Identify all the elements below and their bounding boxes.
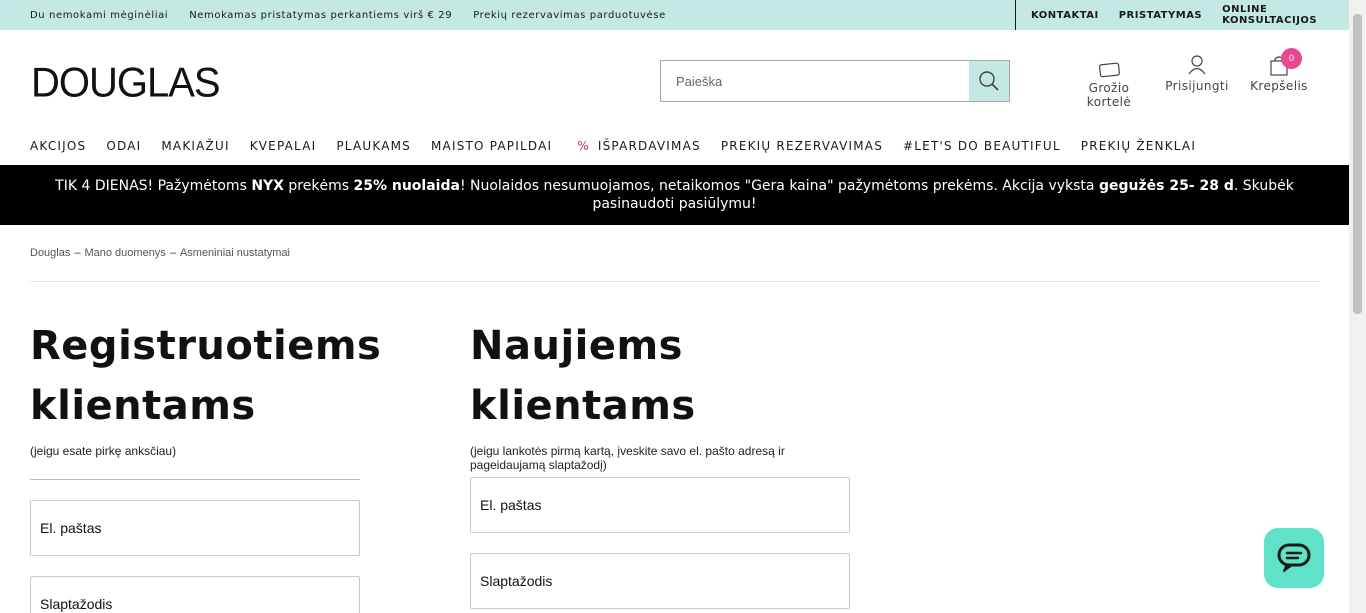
register-email-input[interactable] [471, 478, 849, 532]
cart-count-badge: 0 [1281, 48, 1302, 69]
promo-banner[interactable]: TIK 4 DIENAS! Pažymėtoms NYX prekėms 25%… [0, 165, 1349, 225]
nav-item-odai[interactable]: ODAI [106, 139, 141, 153]
scrollbar-thumb[interactable] [1353, 14, 1362, 314]
douglas-logo[interactable]: DOUGLAS [31, 60, 221, 107]
register-email-field [470, 477, 850, 533]
chat-button[interactable] [1264, 528, 1324, 588]
divider [30, 479, 360, 480]
login-password-input[interactable] [31, 577, 359, 613]
usp-reservation[interactable]: Prekių rezervavimas parduotuvėse [473, 10, 666, 21]
page-scrollbar[interactable] [1349, 0, 1366, 613]
new-clients-title: Naujiems klientams [470, 323, 696, 429]
link-delivery[interactable]: PRISTATYMAS [1119, 10, 1202, 21]
search-box [660, 60, 1010, 102]
new-clients-section: Naujiems klientams (jeigu lankotės pirmą … [470, 316, 850, 472]
promo-dates: gegužės 25- 28 d [1098, 178, 1234, 194]
beauty-card-button[interactable]: Grožio kortelė [1085, 62, 1133, 109]
divider [30, 281, 1320, 282]
breadcrumb-item: Asmeniniai nustatymai [179, 247, 290, 259]
nav-item-makiazui[interactable]: MAKIAŽUI [161, 139, 229, 153]
promo-text-2: prekėms [283, 178, 354, 194]
nav-item-lets-do-beautiful[interactable]: #LET'S DO BEAUTIFUL [903, 139, 1061, 153]
promo-text-3: ! Nuolaidos nesumuojamos, netaikomos "Ge… [459, 178, 1099, 194]
registered-clients-section: Registruotiems klientams (jeigu esate pir… [30, 316, 382, 458]
top-utility-bar: Du nemokami mėginėliai Nemokamas pristat… [0, 0, 1349, 30]
usp-list: Du nemokami mėginėliai Nemokamas pristat… [30, 0, 666, 30]
nav-item-kvepalai[interactable]: KVEPALAI [250, 139, 317, 153]
nav-item-zenklai[interactable]: PREKIŲ ŽENKLAI [1081, 139, 1196, 153]
search-button[interactable] [969, 61, 1009, 101]
login-password-field [30, 576, 360, 613]
nav-item-akcijos[interactable]: AKCIJOS [30, 139, 86, 153]
login-email-field [30, 500, 360, 556]
chat-bubble-icon [1277, 543, 1311, 572]
registered-title: Registruotiems klientams [30, 323, 382, 429]
nav-item-plaukams[interactable]: PLAUKAMS [336, 139, 411, 153]
promo-brand: NYX [251, 178, 284, 194]
usp-free-delivery[interactable]: Nemokamas pristatymas perkantiems virš €… [189, 10, 452, 21]
search-icon [979, 71, 999, 91]
link-online-consultations[interactable]: ONLINE KONSULTACIJOS [1222, 4, 1349, 26]
registered-subtitle: (jeigu esate pirkę anksčiau) [30, 444, 177, 458]
register-password-field [470, 553, 850, 609]
promo-discount: 25% nuolaida [353, 178, 460, 194]
breadcrumb: Douglas – Mano duomenys – Asmeniniai nustaty… [30, 247, 290, 259]
breadcrumb-item[interactable]: Mano duomenys [84, 247, 165, 259]
login-button[interactable]: Prisijungti [1162, 54, 1232, 93]
main-navigation: AKCIJOS ODAI MAKIAŽUI KVEPALAI PLAUKAMS … [30, 139, 1196, 153]
search-input[interactable] [661, 61, 969, 101]
beauty-card-label-2: kortelė [1086, 95, 1132, 109]
card-icon [1099, 62, 1120, 78]
promo-text-1: TIK 4 DIENAS! Pažymėtoms [55, 178, 252, 194]
nav-item-maisto-papildai[interactable]: MAISTO PAPILDAI [431, 139, 552, 153]
login-email-input[interactable] [31, 501, 359, 555]
beauty-card-label-1: Grožio [1088, 81, 1130, 95]
nav-item-ispardavimas[interactable]: % IŠPARDAVIMAS [577, 139, 701, 153]
service-links: KONTAKTAI PRISTATYMAS ONLINE KONSULTACIJ… [1015, 0, 1349, 30]
cart-label: Krepšelis [1250, 79, 1308, 93]
sale-percent-icon: % [577, 139, 590, 153]
usp-free-samples[interactable]: Du nemokami mėginėliai [30, 10, 168, 21]
new-clients-subtitle: (jeigu lankotės pirmą kartą, įveskite sa… [470, 444, 785, 472]
nav-item-ispardavimas-label: IŠPARDAVIMAS [597, 139, 701, 153]
register-password-input[interactable] [471, 554, 849, 608]
nav-item-rezervavimas[interactable]: PREKIŲ REZERVAVIMAS [721, 139, 883, 153]
user-icon [1188, 55, 1206, 75]
breadcrumb-item[interactable]: Douglas [30, 247, 70, 259]
login-label: Prisijungti [1165, 79, 1229, 93]
link-contacts[interactable]: KONTAKTAI [1031, 10, 1099, 21]
